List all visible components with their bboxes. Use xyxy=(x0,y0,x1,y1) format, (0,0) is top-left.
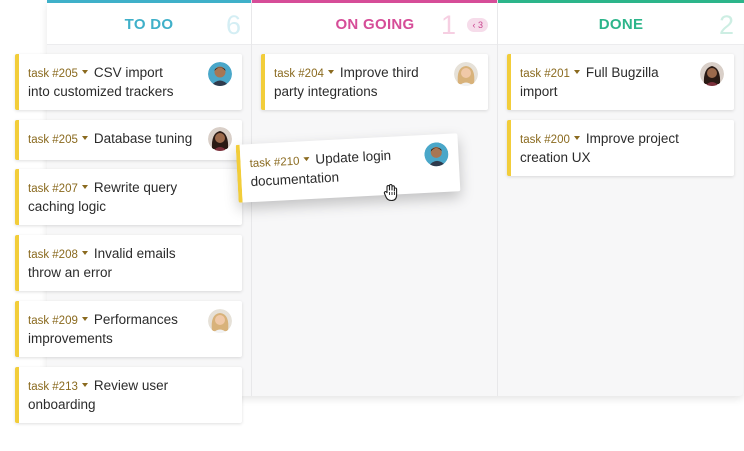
task-title: Performances xyxy=(93,312,178,327)
task-id[interactable]: task #213 xyxy=(28,381,78,393)
task-id[interactable]: task #207 xyxy=(28,183,78,195)
task-title-line2: import xyxy=(520,84,558,99)
caret-down-icon[interactable] xyxy=(81,251,88,256)
task-title-line2: party integrations xyxy=(274,84,378,99)
task-title: Invalid emails xyxy=(93,246,176,261)
caret-down-icon[interactable] xyxy=(81,383,88,388)
task-card-text: task #208 Invalid emails xyxy=(28,245,202,264)
task-card-text: task #204 Improve third xyxy=(274,64,448,83)
caret-down-icon[interactable] xyxy=(81,70,88,75)
task-title-line2: throw an error xyxy=(28,265,113,280)
task-id[interactable]: task #201 xyxy=(520,68,570,80)
dragging-task-card[interactable]: task #210 Update login documentation xyxy=(235,133,461,203)
column-done-header[interactable]: DONE 2 xyxy=(498,3,744,45)
task-id[interactable]: task #210 xyxy=(249,156,299,171)
task-title-line2: caching logic xyxy=(28,199,107,214)
task-id[interactable]: task #200 xyxy=(520,134,570,146)
task-title: Rewrite query xyxy=(93,180,178,195)
woman-blonde-avatar[interactable] xyxy=(454,62,478,86)
task-card[interactable]: task #201 Full Bugzilla import xyxy=(507,54,734,110)
caret-down-icon[interactable] xyxy=(327,70,334,75)
task-id[interactable]: task #205 xyxy=(28,134,78,146)
task-title-line2: improvements xyxy=(28,331,113,346)
caret-down-icon[interactable] xyxy=(81,185,88,190)
task-title-line2: onboarding xyxy=(28,397,96,412)
man-avatar[interactable] xyxy=(208,62,232,86)
column-todo-header[interactable]: TO DO 6 xyxy=(47,3,251,45)
task-id[interactable]: task #204 xyxy=(274,68,324,80)
column-todo-count: 6 xyxy=(225,10,241,40)
woman-dark-avatar[interactable] xyxy=(700,62,724,86)
wip-limit-badge: ‹ 3 xyxy=(467,18,488,32)
task-card[interactable]: task #205 CSV import into customized trac… xyxy=(15,54,242,110)
column-ongoing-title: ON GOING xyxy=(335,16,415,33)
column-done-count: 2 xyxy=(718,10,734,40)
task-title: CSV import xyxy=(93,65,163,80)
task-card[interactable]: task #205 Database tuning xyxy=(15,120,242,160)
caret-down-icon[interactable] xyxy=(81,136,88,141)
woman-blonde-avatar[interactable] xyxy=(208,309,232,333)
task-card[interactable]: task #204 Improve third party integration… xyxy=(261,54,488,110)
task-card-text: task #207 Rewrite query xyxy=(28,179,202,198)
column-todo-title: TO DO xyxy=(124,16,174,33)
task-card-text: task #205 CSV import xyxy=(28,64,202,83)
task-title-line2: into customized trackers xyxy=(28,84,174,99)
task-card-text: task #200 Improve project xyxy=(520,130,694,149)
man-avatar[interactable] xyxy=(424,142,449,167)
column-ongoing-count: 1 xyxy=(440,10,456,40)
caret-down-icon[interactable] xyxy=(81,317,88,322)
column-ongoing-header[interactable]: ON GOING 1 ‹ 3 xyxy=(252,3,498,45)
task-card-text: task #209 Performances xyxy=(28,311,202,330)
task-title: Database tuning xyxy=(93,131,193,146)
task-title: Update login xyxy=(314,147,392,167)
task-id[interactable]: task #208 xyxy=(28,249,78,261)
task-card[interactable]: task #208 Invalid emails throw an error xyxy=(15,235,242,291)
task-card[interactable]: task #207 Rewrite query caching logic xyxy=(15,169,242,225)
task-id[interactable]: task #205 xyxy=(28,68,78,80)
task-card-text: task #205 Database tuning xyxy=(28,130,202,149)
task-card[interactable]: task #209 Performances improvements xyxy=(15,301,242,357)
task-title: Improve third xyxy=(339,65,419,80)
task-id[interactable]: task #209 xyxy=(28,315,78,327)
task-card[interactable]: task #200 Improve project creation UX xyxy=(507,120,734,176)
task-title: Review user xyxy=(93,378,169,393)
task-card-text: task #201 Full Bugzilla xyxy=(520,64,694,83)
woman-dark-avatar[interactable] xyxy=(208,127,232,151)
task-title-line2: creation UX xyxy=(520,150,591,165)
task-card-text: task #213 Review user xyxy=(28,377,202,396)
caret-down-icon[interactable] xyxy=(303,157,310,162)
caret-down-icon[interactable] xyxy=(573,136,580,141)
task-title: Improve project xyxy=(585,131,679,146)
column-done-title: DONE xyxy=(598,16,644,33)
caret-down-icon[interactable] xyxy=(573,70,580,75)
task-title: Full Bugzilla xyxy=(585,65,659,80)
grab-cursor-icon xyxy=(382,183,400,203)
task-card[interactable]: task #213 Review user onboarding xyxy=(15,367,242,423)
